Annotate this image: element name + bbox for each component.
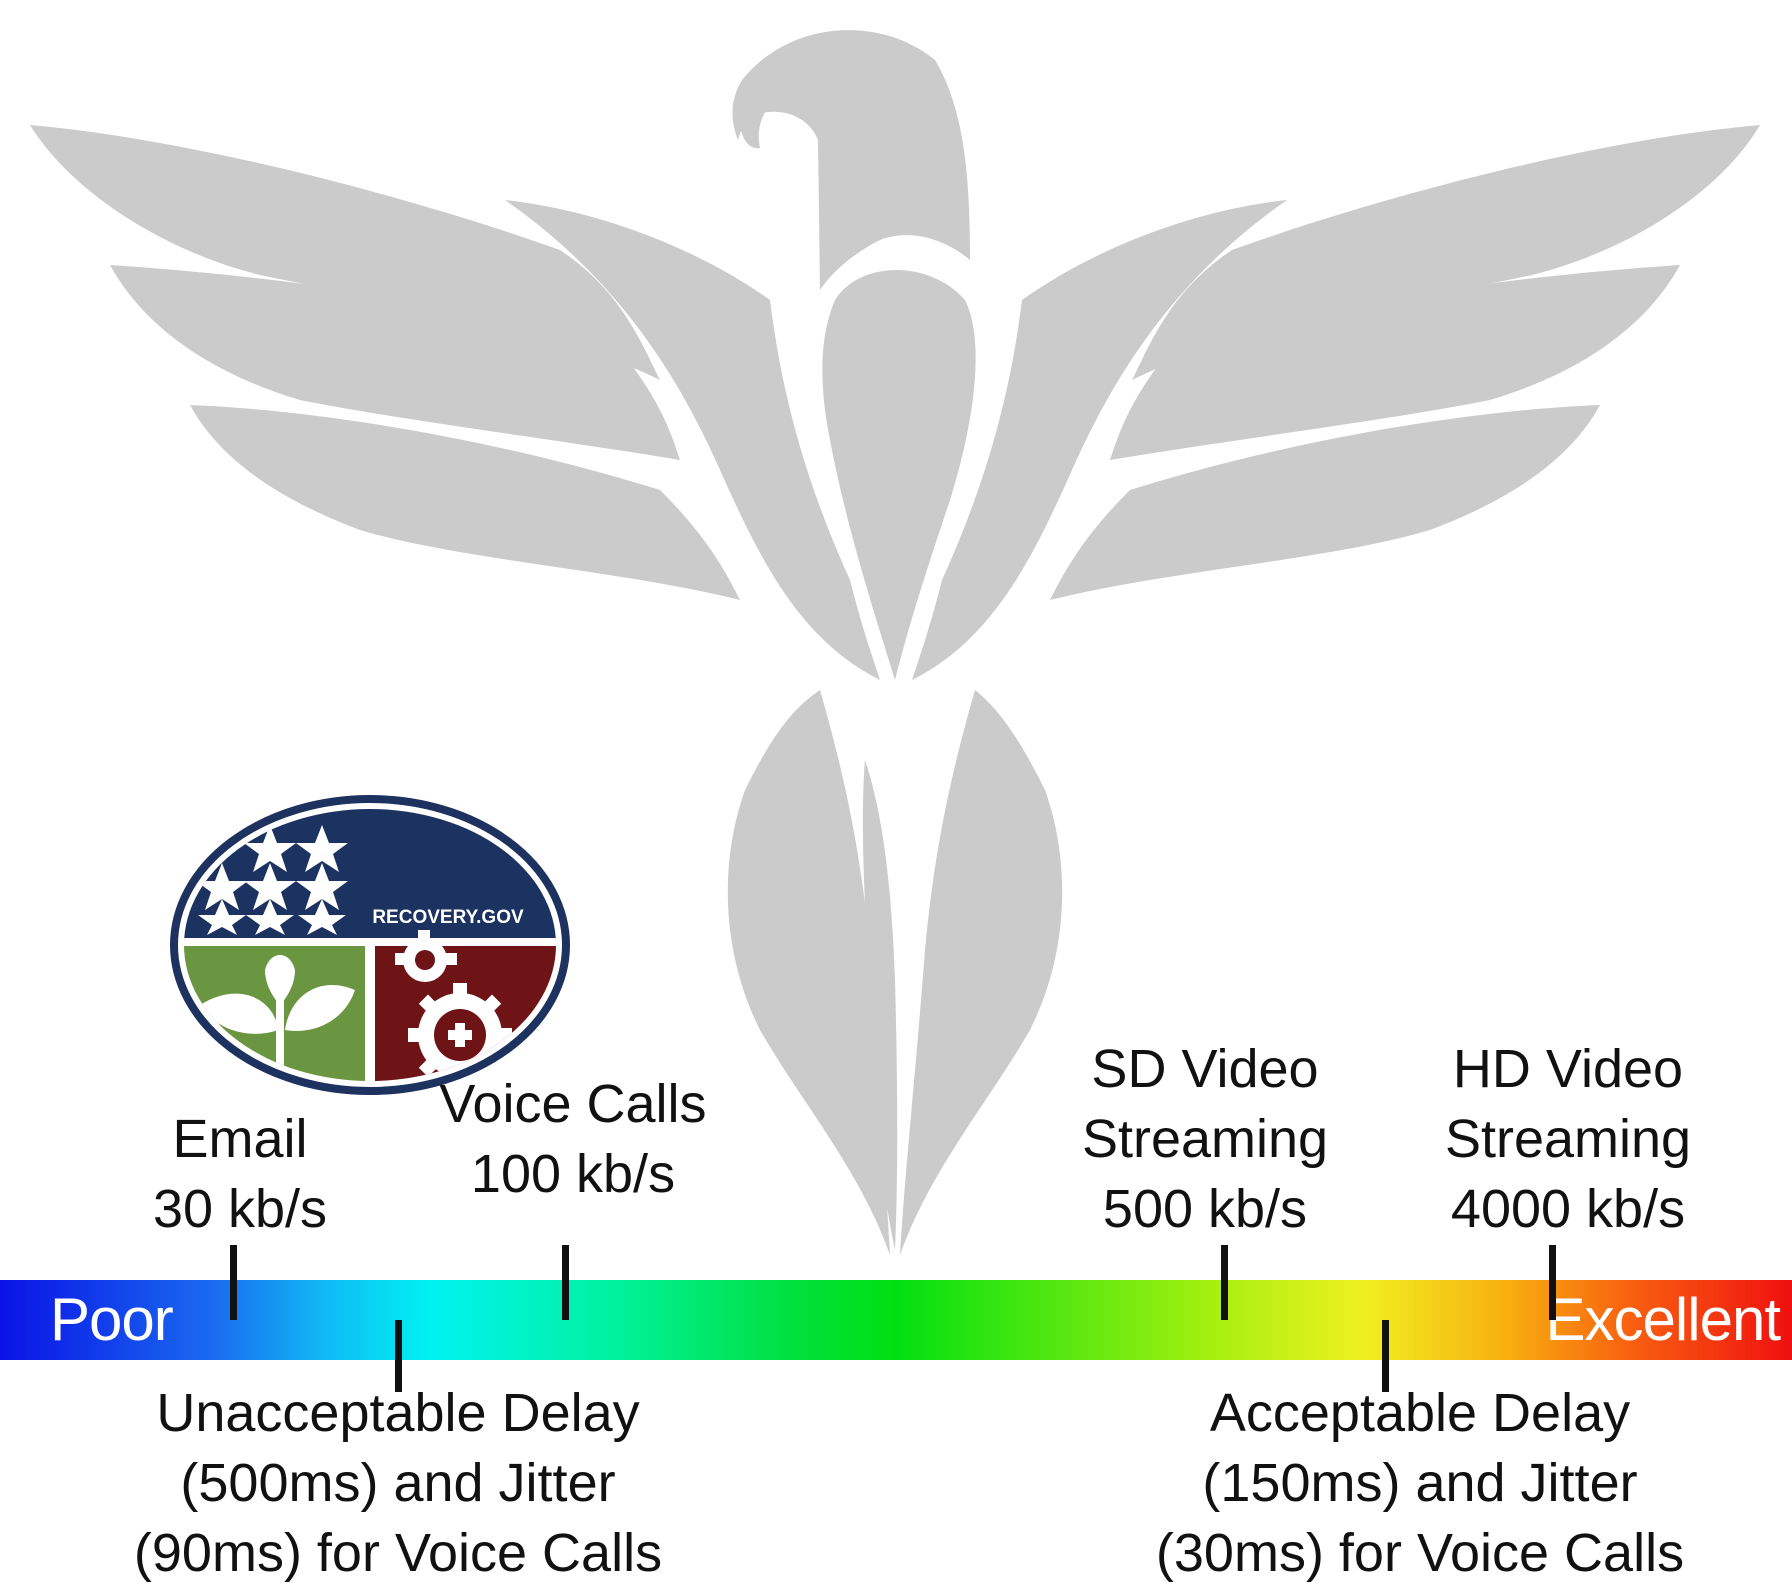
voice-calls-rate: 100 kb/s	[470, 1144, 676, 1204]
sd-video-name-line1: SD Video	[1091, 1039, 1319, 1099]
stars-icon	[196, 825, 348, 935]
acceptable-delay-line3: (30ms) for Voice Calls	[1155, 1523, 1685, 1583]
seal-text: RECOVERY.GOV	[372, 907, 524, 928]
email-tick	[230, 1245, 237, 1320]
email-rate: 30 kb/s	[152, 1179, 328, 1239]
recovery-gov-seal: RECOVERY.GOV	[170, 795, 570, 1095]
acceptable-delay-line1: Acceptable Delay	[1209, 1383, 1631, 1443]
hd-video-label: HD Video Streaming 4000 kb/s	[1445, 1034, 1691, 1244]
poor-label: Poor	[50, 1286, 174, 1353]
sd-video-name-line2: Streaming	[1081, 1109, 1329, 1169]
sd-video-label: SD Video Streaming 500 kb/s	[1082, 1034, 1328, 1244]
quality-gradient-bar	[0, 1280, 1792, 1360]
sd-video-rate: 500 kb/s	[1102, 1179, 1308, 1239]
hd-video-name-line2: Streaming	[1444, 1109, 1692, 1169]
unacceptable-delay-label: Unacceptable Delay (500ms) and Jitter (9…	[134, 1378, 662, 1588]
unacceptable-delay-line1: Unacceptable Delay	[156, 1383, 640, 1443]
sd-video-tick	[1221, 1245, 1228, 1320]
acceptable-delay-line2: (150ms) and Jitter	[1202, 1453, 1638, 1513]
hd-video-tick	[1549, 1245, 1556, 1320]
acceptable-delay-label: Acceptable Delay (150ms) and Jitter (30m…	[1156, 1378, 1684, 1588]
email-label: Email 30 kb/s	[153, 1104, 327, 1244]
hd-video-rate: 4000 kb/s	[1450, 1179, 1686, 1239]
hd-video-name-line1: HD Video	[1452, 1039, 1684, 1099]
voice-calls-name: Voice Calls	[439, 1074, 707, 1134]
voice-calls-label: Voice Calls 100 kb/s	[439, 1069, 706, 1209]
voice-calls-tick	[562, 1245, 569, 1320]
unacceptable-delay-line3: (90ms) for Voice Calls	[133, 1523, 663, 1583]
email-name: Email	[172, 1109, 308, 1169]
excellent-label: Excellent	[1545, 1286, 1781, 1353]
unacceptable-delay-line2: (500ms) and Jitter	[180, 1453, 616, 1513]
